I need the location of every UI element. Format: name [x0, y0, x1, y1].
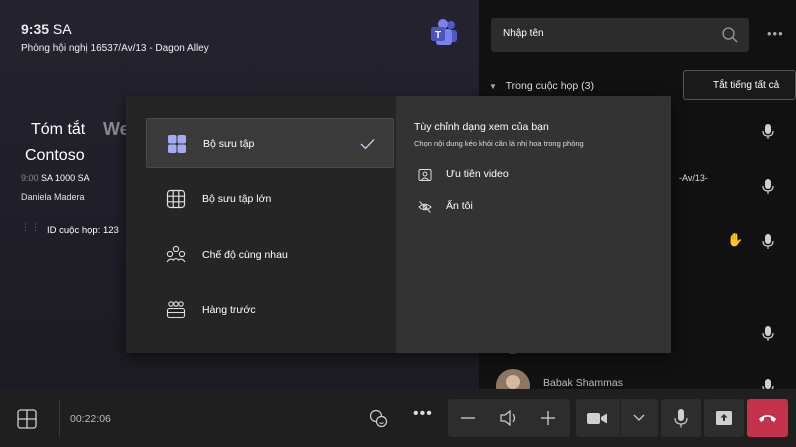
hide-me-label: Ẩn tôi — [446, 200, 473, 212]
checkmark-icon — [360, 139, 375, 150]
meeting-time-start: 9:00 — [21, 173, 39, 183]
summary-title: Tóm tắt — [31, 121, 86, 138]
volume-control — [448, 399, 570, 437]
layout-options-list: Bộ sưu tập Bộ sưu tập lớn Chế độ cùng nh… — [126, 96, 396, 353]
layout-option-label: Bộ sưu tập lớn — [202, 193, 272, 205]
chevron-down-icon: ▼ — [489, 82, 497, 91]
participant-partial-text: -Av/13- — [679, 173, 708, 183]
microphone-button[interactable] — [661, 399, 701, 437]
summary-subtitle: Contoso — [25, 147, 85, 164]
microphone-icon[interactable] — [762, 179, 774, 195]
eye-off-icon — [418, 201, 432, 213]
person-frame-icon — [418, 169, 432, 181]
reactions-icon[interactable] — [368, 408, 388, 428]
mute-all-button[interactable]: Tắt tiếng tất cả — [683, 70, 796, 100]
divider — [620, 399, 621, 437]
layout-menu-popup: Bộ sưu tập Bộ sưu tập lớn Chế độ cùng nh… — [126, 96, 671, 353]
participant-name: Babak Shammas — [543, 377, 623, 389]
volume-down-icon[interactable] — [460, 412, 476, 424]
prioritize-video-option[interactable]: Ưu tiên video — [418, 166, 618, 184]
layout-option-large-gallery[interactable]: Bộ sưu tập lớn — [146, 174, 394, 224]
in-meeting-header[interactable]: ▼ Trong cuộc họp (3) — [489, 80, 594, 92]
organizer-name: Daniela Madera — [21, 192, 85, 202]
teams-logo-icon: T — [431, 19, 457, 45]
microphone-icon — [674, 409, 688, 428]
hang-up-icon — [759, 415, 776, 422]
large-gallery-icon — [166, 189, 186, 209]
end-call-button[interactable] — [747, 399, 788, 437]
volume-up-icon[interactable] — [540, 410, 556, 426]
front-row-icon — [166, 301, 186, 319]
layout-option-gallery[interactable]: Bộ sưu tập — [146, 118, 394, 168]
layout-option-label: Hàng trước — [202, 304, 256, 316]
clock-ampm: SA — [52, 21, 72, 37]
svg-text:T: T — [435, 30, 441, 41]
in-meeting-label: Trong cuộc họp (3) — [505, 80, 594, 92]
camera-icon[interactable] — [586, 411, 608, 426]
customize-view-description: Chọn nội dung kéo khỏi căn lá nhị hoa tr… — [414, 139, 584, 148]
meeting-time: 9:00 SA 1000 SA — [21, 173, 90, 183]
call-controls-bar: 00:22:06 ••• — [0, 389, 796, 447]
layout-grid-icon[interactable] — [16, 408, 38, 430]
customize-view-title: Tùy chỉnh dạng xem của bạn — [414, 121, 549, 133]
search-icon[interactable] — [721, 26, 739, 44]
microphone-icon[interactable] — [762, 124, 774, 140]
camera-control — [576, 399, 658, 437]
room-name: Phòng hội nghị 16537/Av/13 - Dagon Alley — [21, 43, 209, 54]
call-duration: 00:22:06 — [70, 413, 111, 425]
microphone-icon[interactable] — [762, 234, 774, 250]
share-content-button[interactable] — [704, 399, 744, 437]
divider — [59, 399, 60, 437]
meeting-id: ID cuộc họp: 123 — [47, 225, 119, 236]
participant-search-input[interactable] — [503, 28, 703, 39]
raised-hand-icon: ✋ — [727, 232, 744, 247]
prioritize-video-label: Ưu tiên video — [446, 168, 509, 180]
microphone-icon[interactable] — [762, 326, 774, 342]
gallery-icon — [168, 135, 186, 153]
hide-me-option[interactable]: Ẩn tôi — [418, 198, 618, 216]
layout-option-label: Bộ sưu tập — [203, 138, 255, 150]
meeting-time-range: SA 1000 SA — [41, 173, 90, 183]
participant-search-box[interactable] — [491, 18, 749, 52]
chevron-down-icon[interactable] — [633, 414, 645, 422]
more-actions-icon[interactable]: ••• — [413, 405, 433, 423]
layout-option-together-mode[interactable]: Chế độ cùng nhau — [146, 230, 394, 280]
layout-option-front-row[interactable]: Hàng trước — [146, 285, 394, 335]
layout-option-label: Chế độ cùng nhau — [202, 249, 288, 261]
dial-pad-icon: ⋮⋮ — [21, 222, 41, 232]
speaker-icon — [500, 409, 516, 427]
more-options-icon[interactable]: ••• — [767, 26, 784, 41]
clock: 9:35 SA — [21, 21, 72, 37]
together-mode-icon — [166, 245, 186, 263]
share-screen-icon — [716, 411, 732, 425]
clock-time: 9:35 — [21, 21, 50, 37]
customize-view-panel: Tùy chỉnh dạng xem của bạn Chọn nội dung… — [396, 96, 671, 353]
